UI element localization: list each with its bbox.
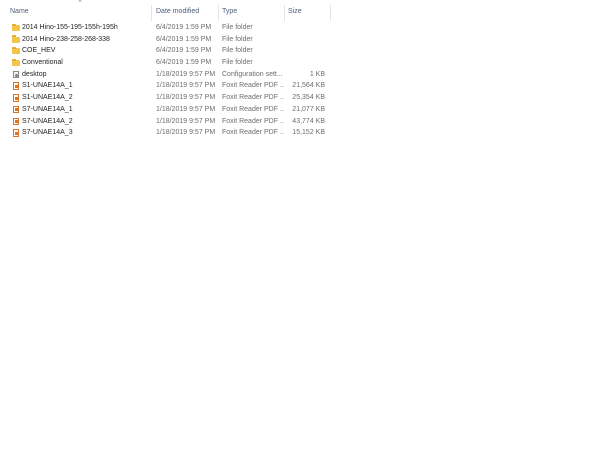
file-date-modified: 6/4/2019 1:59 PM [156, 35, 212, 43]
file-size: 1 KB [309, 70, 325, 78]
file-type: Configuration sett... [222, 70, 283, 78]
file-date-modified: 1/18/2019 9:57 PM [156, 117, 216, 125]
file-row[interactable]: S7-UNAE14A_3 1/18/2019 9:57 PM Foxit Rea… [0, 127, 331, 139]
file-name: S7-UNAE14A_1 [22, 105, 73, 113]
file-type: File folder [222, 47, 253, 55]
file-size [285, 45, 325, 57]
folder-icon [12, 22, 20, 34]
file-size: 21,564 KB [292, 82, 325, 90]
folder-icon [12, 45, 20, 57]
column-header-type[interactable]: Type [222, 5, 237, 19]
file-row[interactable]: 2014 Hino-238-258-268-338 6/4/2019 1:59 … [0, 34, 331, 46]
file-name: S7-UNAE14A_2 [22, 117, 73, 125]
file-date-modified: 1/18/2019 9:57 PM [156, 105, 216, 113]
column-header-date-modified[interactable]: Date modified [156, 5, 199, 19]
file-type: File folder [222, 35, 253, 43]
file-size [285, 22, 325, 34]
file-name: COE_HEV [22, 47, 56, 55]
column-divider[interactable] [330, 5, 331, 21]
file-row[interactable]: S1-UNAE14A_2 1/18/2019 9:57 PM Foxit Rea… [0, 92, 331, 104]
file-type: Foxit Reader PDF ... [222, 129, 284, 137]
file-type: Foxit Reader PDF ... [222, 117, 284, 125]
file-name: S7-UNAE14A_3 [22, 129, 73, 137]
pdf-file-icon [12, 104, 20, 116]
file-row[interactable]: COE_HEV 6/4/2019 1:59 PM File folder [0, 45, 331, 57]
file-row[interactable]: 2014 Hino-155-195-155h-195h 6/4/2019 1:5… [0, 22, 331, 34]
file-date-modified: 6/4/2019 1:59 PM [156, 24, 212, 31]
file-row[interactable]: Conventional 6/4/2019 1:59 PM File folde… [0, 57, 331, 69]
pdf-file-icon [12, 92, 20, 104]
file-size: 21,077 KB [292, 105, 325, 113]
file-date-modified: 1/18/2019 9:57 PM [156, 70, 216, 78]
file-size [285, 34, 325, 46]
column-divider[interactable] [151, 5, 152, 21]
file-name: S1-UNAE14A_2 [22, 94, 73, 102]
file-size: 25,354 KB [292, 94, 325, 102]
column-divider[interactable] [284, 5, 285, 21]
pdf-file-icon [12, 116, 20, 128]
file-size: 15,152 KB [292, 129, 325, 137]
file-row[interactable]: desktop 1/18/2019 9:57 PM Configuration … [0, 69, 331, 81]
file-date-modified: 6/4/2019 1:59 PM [156, 47, 212, 55]
file-type: Foxit Reader PDF ... [222, 105, 284, 113]
file-type: File folder [222, 59, 253, 67]
column-header-name[interactable]: Name [10, 5, 29, 19]
file-row[interactable]: S7-UNAE14A_2 1/18/2019 9:57 PM Foxit Rea… [0, 116, 331, 128]
pdf-file-icon [12, 127, 20, 139]
folder-icon [12, 34, 20, 46]
file-date-modified: 1/18/2019 9:57 PM [156, 94, 216, 102]
file-name: Conventional [22, 59, 63, 67]
column-header-bar: Name Date modified Type Size [0, 5, 331, 21]
column-header-size[interactable]: Size [288, 5, 302, 19]
file-date-modified: 1/18/2019 9:57 PM [156, 129, 216, 137]
file-date-modified: 6/4/2019 1:59 PM [156, 59, 212, 67]
file-size [285, 57, 325, 69]
pdf-file-icon [12, 80, 20, 92]
file-date-modified: 1/18/2019 9:57 PM [156, 82, 216, 90]
file-name: desktop [22, 70, 47, 78]
file-type: File folder [222, 24, 253, 31]
file-name: 2014 Hino-155-195-155h-195h [22, 24, 118, 31]
folder-icon [12, 57, 20, 69]
file-type: Foxit Reader PDF ... [222, 82, 284, 90]
file-type: Foxit Reader PDF ... [222, 94, 284, 102]
file-row[interactable]: S7-UNAE14A_1 1/18/2019 9:57 PM Foxit Rea… [0, 104, 331, 116]
file-name: 2014 Hino-238-258-268-338 [22, 35, 110, 43]
file-list: 2014 Hino-155-195-155h-195h 6/4/2019 1:5… [0, 22, 331, 139]
file-name: S1-UNAE14A_1 [22, 82, 73, 90]
file-size: 43,774 KB [292, 117, 325, 125]
config-file-icon [12, 69, 20, 81]
file-row[interactable]: S1-UNAE14A_1 1/18/2019 9:57 PM Foxit Rea… [0, 80, 331, 92]
file-explorer-view: ⌃ Name Date modified Type Size 2014 Hino… [0, 0, 600, 475]
column-divider[interactable] [218, 5, 219, 21]
